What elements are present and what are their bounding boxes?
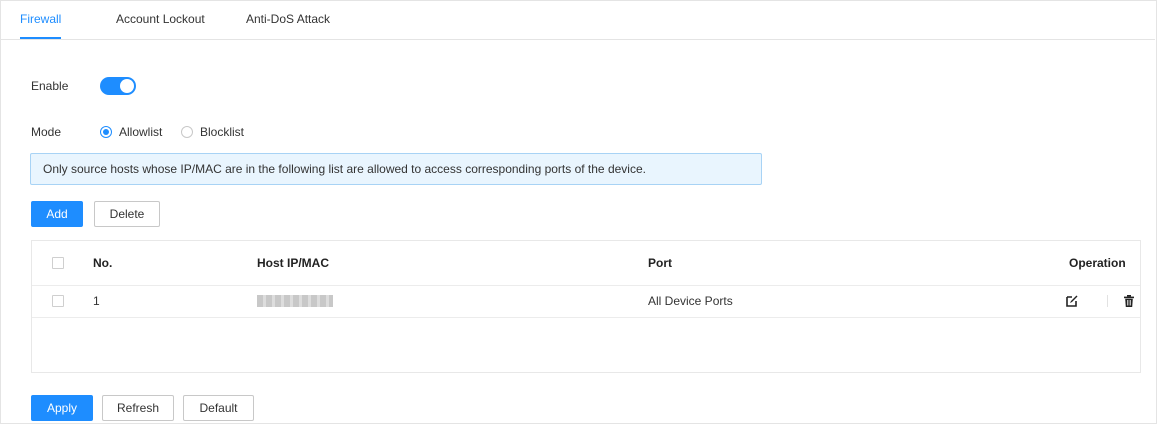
row-number: 1 [93,294,100,308]
operation-divider [1107,295,1108,307]
apply-button[interactable]: Apply [31,395,93,421]
trash-icon[interactable] [1122,294,1136,308]
info-message: Only source hosts whose IP/MAC are in th… [30,153,762,185]
toggle-knob [120,79,134,93]
edit-icon[interactable] [1065,294,1079,308]
row-checkbox[interactable] [52,295,64,307]
host-table: No. Host IP/MAC Port Operation 1 All Dev… [31,240,1141,373]
radio-allowlist[interactable]: Allowlist [100,125,162,139]
table-row: 1 All Device Ports [32,285,1140,318]
radio-unselected-icon [181,126,193,138]
mode-label: Mode [31,125,62,139]
radio-allowlist-label: Allowlist [119,125,163,139]
host-ip-masked [257,295,333,307]
column-header-operation: Operation [1069,256,1126,270]
radio-blocklist[interactable]: Blocklist [181,125,244,139]
enable-label: Enable [31,79,69,93]
tab-account-lockout[interactable]: Account Lockout [116,0,205,39]
radio-selected-icon [100,126,112,138]
tab-bar: Firewall Account Lockout Anti-DoS Attack [0,0,1155,40]
refresh-button[interactable]: Refresh [102,395,174,421]
select-all-checkbox[interactable] [52,257,64,269]
row-port: All Device Ports [648,294,733,308]
delete-button[interactable]: Delete [94,201,160,227]
column-header-port: Port [648,256,672,270]
add-button[interactable]: Add [31,201,83,227]
tab-anti-dos-attack[interactable]: Anti-DoS Attack [246,0,330,39]
column-header-host: Host IP/MAC [257,256,329,270]
table-header: No. Host IP/MAC Port Operation [32,241,1140,286]
column-header-no: No. [93,256,113,270]
enable-toggle[interactable] [100,77,136,95]
tab-firewall[interactable]: Firewall [20,0,62,39]
radio-blocklist-label: Blocklist [200,125,245,139]
default-button[interactable]: Default [183,395,254,421]
